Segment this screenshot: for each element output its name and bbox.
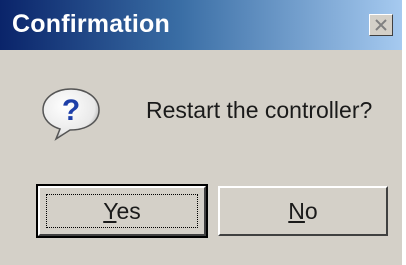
dialog-message: Restart the controller?	[146, 97, 373, 123]
focus-ring	[46, 194, 198, 228]
no-button-label: No	[288, 197, 318, 224]
yes-button[interactable]: Yes	[36, 184, 208, 238]
question-icon: ?	[42, 88, 100, 141]
svg-text:?: ?	[62, 94, 80, 127]
no-button[interactable]: No	[218, 186, 388, 236]
confirmation-dialog: Confirmation ? Restart the controller? Y…	[0, 0, 404, 265]
title-bar[interactable]: Confirmation	[0, 0, 402, 50]
dialog-title: Confirmation	[12, 10, 170, 38]
close-icon	[375, 19, 387, 31]
close-button[interactable]	[369, 14, 393, 36]
